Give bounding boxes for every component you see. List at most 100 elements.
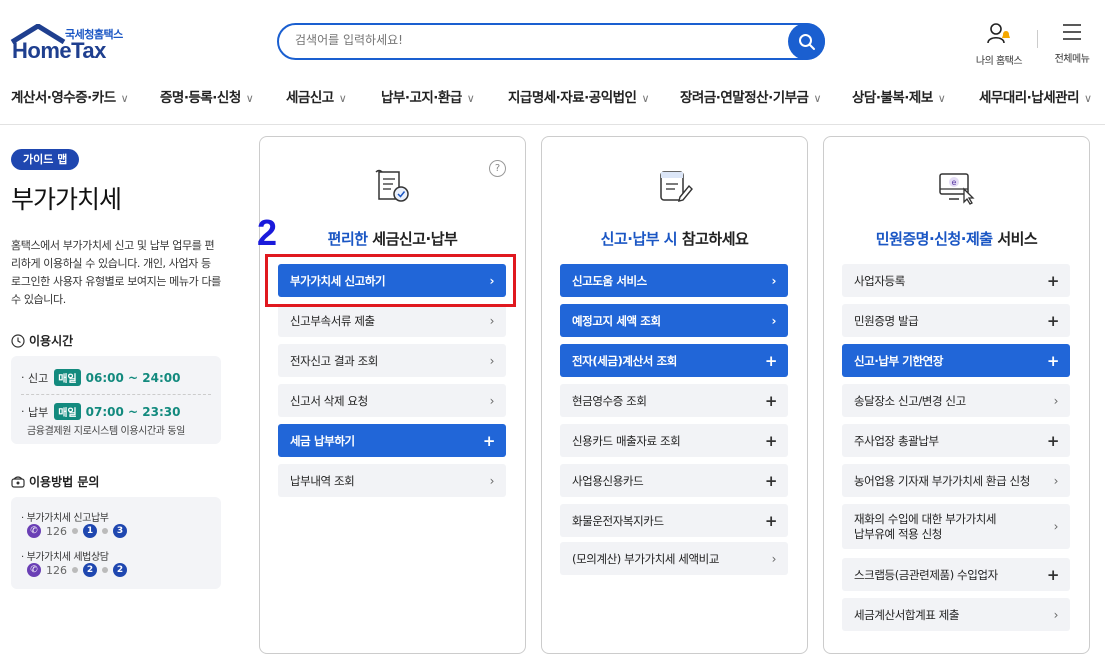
search-icon (798, 33, 815, 50)
plus-icon: + (764, 511, 778, 530)
chevron-down-icon: ∨ (937, 92, 946, 105)
plus-icon: + (1046, 311, 1060, 330)
key-number: 2 (113, 563, 127, 577)
chevron-down-icon: ∨ (120, 92, 129, 105)
inquiry-keys: ✆ 126 1 3 (27, 524, 127, 538)
document-check-icon (374, 169, 409, 202)
full-menu-button[interactable]: 전체메뉴 (1042, 22, 1102, 65)
chevron-down-icon: ∨ (1084, 92, 1092, 105)
nav-item-certificates[interactable]: 증명·등록·신청 ∨ (160, 86, 254, 106)
nav-item-incentives[interactable]: 장려금·연말정산·기부금 ∨ (680, 86, 822, 106)
my-hometax-label: 나의 홈택스 (975, 56, 1023, 67)
business-card-button[interactable]: 사업용신용카드 + (560, 464, 788, 497)
simulation-button[interactable]: (모의계산) 부가가치세 세액비교 › (560, 542, 788, 575)
highlight-box-annotation (265, 254, 516, 307)
separator-dot (102, 567, 108, 573)
inquiry-label: · 부가가치세 세법상담 (21, 552, 109, 563)
chevron-right-icon: › (1053, 607, 1059, 622)
monitor-click-icon: e (938, 173, 975, 205)
business-registration-button[interactable]: 사업자등록 + (842, 264, 1070, 297)
card-title: 편리한 세금신고·납부 (327, 230, 458, 248)
chevron-right-icon: › (771, 273, 776, 288)
search-button[interactable] (788, 23, 825, 60)
card-title: 민원증명·신청·제출 서비스 (875, 230, 1038, 248)
my-hometax-button[interactable]: 나의 홈택스 (969, 22, 1029, 67)
plus-icon: + (764, 471, 778, 490)
delivery-address-button[interactable]: 송달장소 신고/변경 신고 › (842, 384, 1070, 417)
nav-item-tax-report[interactable]: 세금신고 ∨ (286, 86, 347, 106)
e-invoice-button[interactable]: 전자(세금)계산서 조회 + (560, 344, 788, 377)
document-pen-icon (659, 171, 693, 202)
chevron-down-icon: ∨ (641, 92, 650, 105)
search-input[interactable] (295, 33, 775, 47)
logo-text: HomeTax (12, 38, 106, 63)
card-civil-service: e 민원증명·신청·제출 서비스 사업자등록 + 민원증명 발급 + 신고·납부 기… (823, 136, 1090, 654)
consolidated-payment-button[interactable]: 주사업장 총괄납부 + (842, 424, 1070, 457)
prenotice-tax-button[interactable]: 예정고지 세액 조회 › (560, 304, 788, 337)
card-sales-button[interactable]: 신용카드 매출자료 조회 + (560, 424, 788, 457)
card-reference: 신고·납부 시 참고하세요 신고도움 서비스 › 예정고지 세액 조회 › 전자(세… (541, 136, 808, 654)
nav-divider (0, 124, 1105, 125)
payment-history-button[interactable]: 납부내역 조회 › (278, 464, 506, 497)
plus-icon: + (764, 351, 778, 370)
hours-note: 금융결제원 지로시스템 이용시간과 동일 (27, 426, 185, 437)
hours-value: 06:00 ~ 24:00 (85, 370, 181, 385)
nav-item-payment-statement[interactable]: 지급명세·자료·공익법인 ∨ (508, 86, 650, 106)
hours-box: · 신고 매일 06:00 ~ 24:00 · 납부 매일 07:00 ~ 23… (11, 356, 221, 444)
chevron-right-icon: › (489, 473, 495, 488)
nav-item-receipts[interactable]: 계산서·영수증·카드 ∨ (11, 86, 129, 106)
phone-icon: ✆ (27, 524, 41, 538)
chevron-right-icon: › (489, 313, 495, 328)
global-nav: 계산서·영수증·카드 ∨ 증명·등록·신청 ∨ 세금신고 ∨ 납부·고지·환급 ∨ 지급… (0, 78, 1105, 112)
chevron-down-icon: ∨ (466, 92, 475, 105)
invoice-summary-button[interactable]: 세금계산서합계표 제출 › (842, 598, 1070, 631)
chevron-down-icon: ∨ (338, 92, 347, 105)
hours-value: 07:00 ~ 23:30 (85, 404, 181, 419)
key-number: 1 (83, 524, 97, 538)
plus-icon: + (764, 391, 778, 410)
chevron-right-icon: › (771, 551, 777, 566)
submit-attachments-button[interactable]: 신고부속서류 제출 › (278, 304, 506, 337)
chevron-down-icon: ∨ (813, 92, 822, 105)
guide-map-badge: 가이드 맵 (11, 149, 80, 170)
hours-row-report: · 신고 매일 06:00 ~ 24:00 (21, 369, 181, 386)
hours-separator (21, 394, 211, 395)
page-title: 부가가치세 (11, 185, 122, 214)
search-bar (277, 23, 825, 60)
nav-item-tax-agent[interactable]: 세무대리·납세관리 ∨ (979, 86, 1092, 106)
report-help-button[interactable]: 신고도움 서비스 › (560, 264, 788, 297)
agri-refund-button[interactable]: 농어업용 기자재 부가가치세 환급 신청 › (842, 464, 1070, 497)
nav-item-consultation[interactable]: 상담·불복·제보 ∨ (852, 86, 946, 106)
help-icon[interactable]: ? (489, 160, 506, 177)
phone-icon (11, 475, 25, 488)
deadline-extension-button[interactable]: 신고·납부 기한연장 + (842, 344, 1070, 377)
chevron-right-icon: › (771, 313, 776, 328)
separator-dot (72, 528, 78, 534)
plus-icon: + (764, 431, 778, 450)
daily-pill: 매일 (54, 403, 81, 420)
tax-payment-button[interactable]: 세금 납부하기 + (278, 424, 506, 457)
plus-icon: + (1046, 271, 1060, 290)
certificate-issue-button[interactable]: 민원증명 발급 + (842, 304, 1070, 337)
chevron-right-icon: › (489, 393, 495, 408)
cash-receipt-button[interactable]: 현금영수증 조회 + (560, 384, 788, 417)
card-title: 신고·납부 시 참고하세요 (600, 230, 749, 248)
freight-card-button[interactable]: 화물운전자복지카드 + (560, 504, 788, 537)
nav-item-payment[interactable]: 납부·고지·환급 ∨ (381, 86, 475, 106)
clock-icon (11, 333, 25, 348)
report-delete-button[interactable]: 신고서 삭제 요청 › (278, 384, 506, 417)
inquiry-title: 이용방법 문의 (11, 473, 99, 490)
e-report-result-button[interactable]: 전자신고 결과 조회 › (278, 344, 506, 377)
import-deferral-button[interactable]: 재화의 수입에 대한 부가가치세 납부유예 적용 신청 › (842, 504, 1070, 549)
plus-icon: + (1046, 351, 1060, 370)
hamburger-icon (1063, 24, 1081, 40)
scrap-importer-button[interactable]: 스크랩등(금관련제품) 수입업자 + (842, 558, 1070, 591)
full-menu-label: 전체메뉴 (1054, 54, 1090, 65)
chevron-right-icon: › (1053, 393, 1059, 408)
page-description: 홈택스에서 부가가치세 신고 및 납부 업무를 편리하게 이용하실 수 있습니다… (11, 239, 221, 306)
inquiry-keys: ✆ 126 2 2 (27, 563, 127, 577)
svg-text:e: e (951, 178, 956, 187)
plus-icon: + (1046, 565, 1060, 584)
chevron-right-icon: › (489, 353, 495, 368)
chevron-right-icon: › (1053, 473, 1059, 488)
